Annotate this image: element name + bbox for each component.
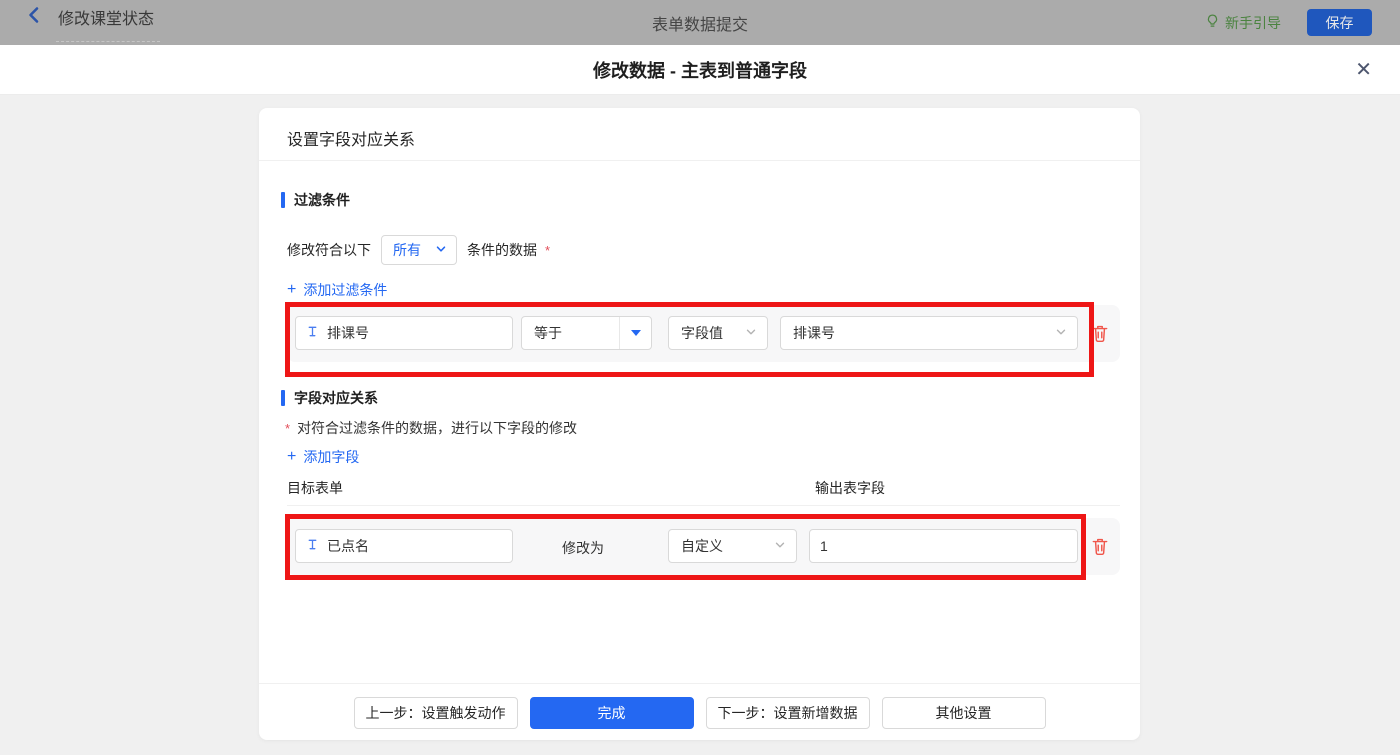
custom-value-input[interactable] [820,538,1067,554]
sentence-prefix: 修改符合以下 [287,242,371,258]
filter-match-sentence: 修改符合以下 所有 条件的数据 * [287,235,550,265]
triangle-down-icon [630,330,641,336]
prev-step-button[interactable]: 上一步：设置触发动作 [353,697,518,729]
match-mode-value: 所有 [393,242,421,258]
target-field-value[interactable] [327,538,502,554]
match-mode-select[interactable]: 所有 [381,235,457,265]
operator-dropdown-button[interactable] [619,317,651,349]
custom-value-input-box[interactable] [809,529,1078,563]
field-mapping-row: 修改为 自定义 [287,518,1120,575]
filter-value-type-select[interactable]: 字段值 [668,316,768,350]
settings-card: 设置字段对应关系 过滤条件 修改符合以下 所有 条件的数据 * + 添加过滤条件 [259,108,1140,740]
chevron-left-icon [26,6,42,27]
close-icon[interactable]: ✕ [1351,57,1376,83]
modal-title: 修改数据 - 主表到普通字段 [593,60,807,81]
divider [287,505,1120,506]
required-mark: * [545,242,551,258]
done-button[interactable]: 完成 [529,697,694,729]
filter-compare-value-select[interactable]: 排课号 [780,316,1078,350]
back-button[interactable] [26,6,42,27]
section-bar-icon [281,192,285,208]
chevron-down-icon [774,538,786,554]
text-field-type-icon [306,325,319,341]
modal-header: 修改数据 - 主表到普通字段 ✕ [0,45,1400,95]
mapping-column-headers: 目标表单 输出表字段 [287,478,1120,498]
filter-condition-row: 等于 字段值 排课号 [287,305,1120,362]
divider [259,683,1140,684]
divider [259,160,1140,161]
modify-to-label: 修改为 [562,540,604,556]
chevron-down-icon [745,325,757,341]
plus-icon: + [287,281,297,298]
next-step-button[interactable]: 下一步：设置新增数据 [705,697,870,729]
mapping-note: * 对符合过滤条件的数据，进行以下字段的修改 [285,418,578,438]
lightbulb-icon [1205,13,1220,32]
mapping-section-title: 字段对应关系 [281,388,378,408]
section-bar-icon [281,390,285,406]
mapping-note-text: 对符合过滤条件的数据，进行以下字段的修改 [297,420,578,436]
chevron-down-icon [435,242,447,258]
add-field-link[interactable]: + 添加字段 [287,447,359,467]
text-field-type-icon [306,538,319,554]
required-mark: * [285,420,291,436]
beginner-guide-link[interactable]: 新手引导 [1205,13,1281,33]
top-bar: 修改课堂状态 表单数据提交 新手引导 保存 [0,0,1400,45]
filter-section-title: 过滤条件 [281,190,350,210]
value-mode: 自定义 [681,538,723,554]
target-field-input[interactable] [295,529,513,563]
filter-field-input[interactable] [295,316,513,350]
other-settings-button[interactable]: 其他设置 [881,697,1046,729]
filter-compare-value: 排课号 [793,325,835,341]
page-title: 表单数据提交 [651,16,748,34]
filter-operator-select[interactable]: 等于 [521,316,652,350]
plus-icon: + [287,448,297,465]
filter-value-type: 字段值 [681,325,723,341]
save-button[interactable]: 保存 [1307,9,1372,36]
beginner-guide-label: 新手引导 [1225,14,1281,31]
delete-field-icon[interactable] [1090,536,1110,556]
card-footer: 上一步：设置触发动作 完成 下一步：设置新增数据 其他设置 [259,697,1140,729]
modal-body: 设置字段对应关系 过滤条件 修改符合以下 所有 条件的数据 * + 添加过滤条件 [0,96,1400,755]
column-output-fields: 输出表字段 [815,480,885,496]
delete-filter-icon[interactable] [1090,323,1110,343]
chevron-down-icon [1055,325,1067,341]
column-target-form: 目标表单 [287,480,343,496]
filter-operator-value: 等于 [534,325,562,341]
value-mode-select[interactable]: 自定义 [668,529,797,563]
filter-field-value[interactable] [327,325,502,341]
card-title: 设置字段对应关系 [287,132,416,149]
workflow-title[interactable]: 修改课堂状态 [56,3,161,42]
add-filter-condition-link[interactable]: + 添加过滤条件 [287,280,387,300]
sentence-suffix: 条件的数据 [467,242,537,258]
